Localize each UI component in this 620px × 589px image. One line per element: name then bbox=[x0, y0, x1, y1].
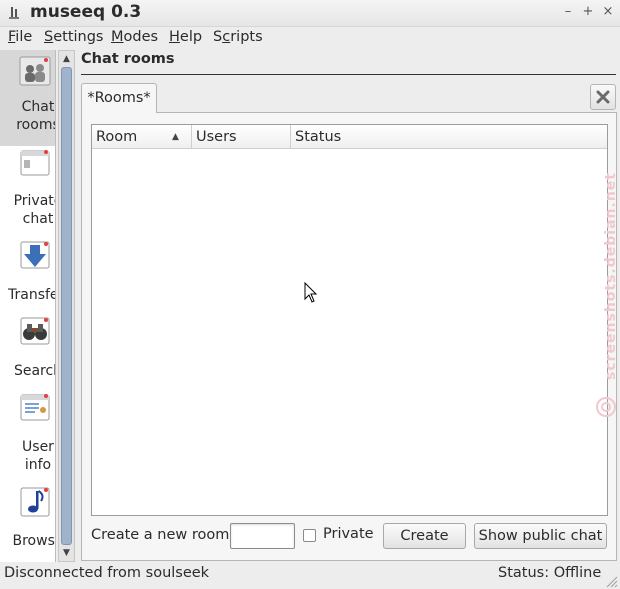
scroll-up-arrow-icon[interactable]: ▲ bbox=[59, 52, 74, 66]
sidebar-scrollbar[interactable]: ▲ ▼ bbox=[58, 50, 75, 562]
sidebar-label-private: Private bbox=[13, 193, 55, 209]
title-bar: museeq 0.3 – + × bbox=[0, 0, 620, 27]
private-chat-icon bbox=[20, 150, 50, 176]
menu-modes-rest: odes bbox=[123, 29, 159, 45]
sidebar-label-chat: Chat bbox=[21, 99, 55, 115]
scrollbar-thumb[interactable] bbox=[61, 67, 72, 545]
user-info-icon bbox=[20, 394, 50, 421]
menu-settings-mnemonic: S bbox=[44, 29, 54, 45]
rooms-table[interactable]: Room ▲ Users Status bbox=[91, 124, 608, 516]
close-icon bbox=[596, 90, 610, 104]
sidebar-label-chat-2: chat bbox=[22, 211, 54, 227]
watermark-text: screenshots.debian.net bbox=[603, 172, 619, 380]
menu-help-rest: elp bbox=[179, 29, 203, 45]
sidebar-label-search: Search bbox=[13, 363, 55, 379]
sidebar: Chat rooms Private chat Transfers bbox=[0, 50, 56, 562]
status-bar: Disconnected from soulseek Status: Offli… bbox=[0, 562, 620, 589]
menu-file-rest: ile bbox=[15, 29, 33, 45]
scroll-down-arrow-icon[interactable]: ▼ bbox=[59, 546, 74, 560]
browse-music-icon bbox=[20, 487, 50, 517]
new-room-input[interactable] bbox=[230, 523, 295, 549]
sidebar-label-transfers: Transfers bbox=[8, 287, 55, 303]
mouse-pointer-icon bbox=[304, 282, 318, 303]
debian-swirl-logo-icon bbox=[596, 397, 616, 417]
column-header-status[interactable]: Status bbox=[291, 125, 607, 149]
window-title: museeq 0.3 bbox=[30, 2, 142, 22]
create-button[interactable]: Create bbox=[383, 523, 466, 549]
menu-help[interactable]: Help bbox=[169, 29, 202, 45]
menu-modes-mnemonic: M bbox=[111, 29, 124, 45]
page-title: Chat rooms bbox=[81, 51, 175, 67]
sidebar-label-info: info bbox=[24, 457, 52, 473]
resize-grip-icon[interactable] bbox=[604, 574, 618, 588]
close-window-button[interactable]: × bbox=[600, 4, 616, 20]
transfers-icon bbox=[20, 241, 50, 269]
column-header-users[interactable]: Users bbox=[192, 125, 291, 149]
column-header-status-label: Status bbox=[295, 129, 342, 145]
private-checkbox[interactable] bbox=[303, 529, 316, 542]
menu-help-mnemonic: H bbox=[169, 29, 180, 45]
menu-modes[interactable]: Modes bbox=[111, 29, 158, 45]
maximize-button[interactable]: + bbox=[580, 4, 596, 20]
column-header-room-label: Room bbox=[96, 129, 138, 145]
sidebar-item-user-info[interactable]: User info bbox=[0, 388, 55, 480]
menu-scripts-mnemonic: c bbox=[222, 29, 231, 45]
tab-rooms[interactable]: *Rooms* bbox=[81, 83, 157, 113]
create-room-label: Create a new room: bbox=[91, 527, 235, 543]
menu-bar: File Settings Modes Help Scripts bbox=[0, 27, 620, 49]
private-label[interactable]: Private bbox=[323, 526, 374, 542]
menu-scripts-rest: ripts bbox=[230, 29, 263, 45]
chat-rooms-icon bbox=[19, 56, 51, 86]
menu-scripts[interactable]: Scripts bbox=[213, 29, 263, 45]
sidebar-item-transfers[interactable]: Transfers bbox=[0, 236, 55, 312]
sidebar-item-private-chat[interactable]: Private chat bbox=[0, 146, 55, 236]
show-public-chat-button[interactable]: Show public chat bbox=[474, 523, 607, 549]
title-divider bbox=[81, 74, 616, 75]
menu-file[interactable]: File bbox=[8, 29, 32, 45]
search-binoculars-icon bbox=[20, 317, 50, 345]
minimize-button[interactable]: – bbox=[560, 4, 576, 20]
sidebar-item-search[interactable]: Search bbox=[0, 312, 55, 388]
sidebar-label-rooms: rooms bbox=[16, 117, 56, 133]
status-indicator: Status: Offline bbox=[498, 565, 602, 581]
sort-ascending-icon: ▲ bbox=[172, 132, 179, 142]
menu-settings-rest: ettings bbox=[53, 29, 104, 45]
sidebar-label-user: User bbox=[22, 439, 54, 455]
app-icon bbox=[9, 7, 19, 19]
menu-scripts-prefix: S bbox=[213, 29, 223, 45]
column-header-users-label: Users bbox=[196, 129, 237, 145]
connection-status-message: Disconnected from soulseek bbox=[4, 565, 210, 581]
column-header-room[interactable]: Room ▲ bbox=[92, 125, 192, 149]
sidebar-label-browse: Browse bbox=[12, 533, 56, 549]
sidebar-item-chat-rooms[interactable]: Chat rooms bbox=[0, 50, 55, 146]
close-tab-button[interactable] bbox=[590, 84, 616, 110]
menu-settings[interactable]: Settings bbox=[44, 29, 104, 45]
sidebar-item-browse[interactable]: Browse bbox=[0, 480, 55, 562]
